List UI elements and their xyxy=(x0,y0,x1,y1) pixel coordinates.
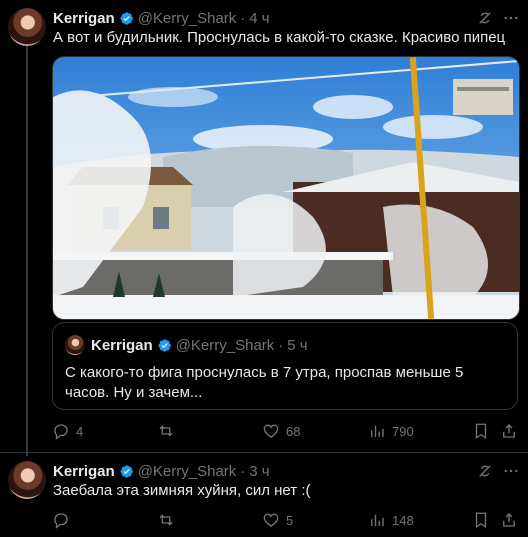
like-icon xyxy=(263,513,279,527)
reply-button[interactable]: 4 xyxy=(52,421,83,441)
reply-icon xyxy=(54,424,68,440)
views-count: 148 xyxy=(392,512,414,528)
author-handle[interactable]: @Kerry_Shark xyxy=(138,463,237,480)
share-icon xyxy=(503,513,515,527)
tweet[interactable]: Kerrigan @Kerry_Shark · 3 ч Заебала эта … xyxy=(0,452,528,537)
tweet-header: Kerrigan @Kerry_Shark · 3 ч xyxy=(53,461,270,481)
views-button[interactable]: 790 xyxy=(368,421,414,441)
like-count: 68 xyxy=(286,423,301,439)
bookmark-button[interactable] xyxy=(472,421,490,441)
share-button[interactable] xyxy=(500,510,518,530)
verified-badge-icon xyxy=(158,338,171,352)
quoted-tweet-text: С какого-то фига проснулась в 7 утра, пр… xyxy=(65,364,464,401)
tweet-actions: 5 148 xyxy=(52,510,522,530)
separator-dot: · xyxy=(240,9,246,27)
quoted-timestamp: 5 ч xyxy=(287,336,308,354)
share-button[interactable] xyxy=(500,421,518,441)
snowy-yard-image xyxy=(53,57,519,319)
grok-icon[interactable] xyxy=(476,9,494,27)
reply-button[interactable] xyxy=(52,510,76,530)
tweet-text: А вот и будильник. Проснулась в какой-то… xyxy=(53,29,506,46)
retweet-icon xyxy=(159,425,173,437)
tweet-photo[interactable] xyxy=(52,56,520,320)
like-button[interactable]: 5 xyxy=(262,510,293,530)
retweet-icon xyxy=(159,514,173,526)
tweet-header: Kerrigan @Kerry_Shark · 4 ч xyxy=(53,8,270,28)
timestamp[interactable]: 4 ч xyxy=(249,10,269,27)
author-name[interactable]: Kerrigan xyxy=(53,10,115,27)
like-count: 5 xyxy=(286,512,294,528)
quoted-header: Kerrigan @Kerry_Shark · 5 ч xyxy=(91,335,308,355)
share-icon xyxy=(503,424,515,438)
thread-connector-line xyxy=(26,46,28,456)
quoted-tweet[interactable]: Kerrigan @Kerry_Shark · 5 ч С какого-то … xyxy=(52,322,518,410)
grok-icon[interactable] xyxy=(476,462,494,480)
views-icon xyxy=(371,514,384,526)
tweet-text: Заебала эта зимняя хуйня, сил нет :( xyxy=(53,482,311,499)
reply-icon xyxy=(54,513,68,529)
separator-dot: · xyxy=(278,336,284,354)
views-count: 790 xyxy=(392,423,414,439)
tweet-actions: 4 68 790 xyxy=(52,421,522,441)
quoted-avatar xyxy=(65,335,85,355)
separator-dot: · xyxy=(240,462,246,480)
author-name[interactable]: Kerrigan xyxy=(53,463,115,480)
tweet[interactable]: Kerrigan @Kerry_Shark · 4 ч А вот и буди… xyxy=(0,0,528,456)
reply-count: 4 xyxy=(76,423,84,439)
avatar[interactable] xyxy=(8,461,46,499)
verified-badge-icon xyxy=(120,11,133,25)
retweet-button[interactable] xyxy=(157,510,181,530)
views-icon xyxy=(371,425,384,437)
bookmark-button[interactable] xyxy=(472,510,490,530)
quoted-author-name: Kerrigan xyxy=(91,336,153,354)
views-button[interactable]: 148 xyxy=(368,510,414,530)
verified-badge-icon xyxy=(120,464,133,478)
more-icon[interactable] xyxy=(502,9,520,27)
bookmark-icon xyxy=(475,512,487,529)
bookmark-icon xyxy=(475,423,487,440)
timestamp[interactable]: 3 ч xyxy=(249,463,269,480)
like-icon xyxy=(263,424,279,438)
avatar[interactable] xyxy=(8,8,46,46)
quoted-author-handle: @Kerry_Shark xyxy=(175,336,275,354)
like-button[interactable]: 68 xyxy=(262,421,300,441)
author-handle[interactable]: @Kerry_Shark xyxy=(138,10,237,27)
retweet-button[interactable] xyxy=(157,421,181,441)
more-icon[interactable] xyxy=(502,462,520,480)
